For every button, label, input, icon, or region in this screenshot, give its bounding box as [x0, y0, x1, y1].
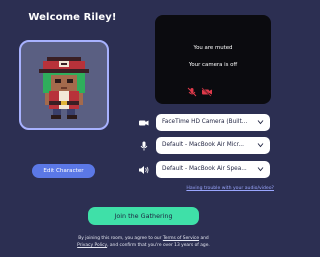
- avatar-preview: [19, 40, 109, 130]
- join-gathering-button[interactable]: Join the Gathering: [88, 207, 199, 225]
- chevron-down-icon: [257, 143, 264, 148]
- video-preview: You are muted Your camera is off: [155, 15, 271, 104]
- terms-notice: By joining this room, you agree to our T…: [40, 236, 247, 249]
- speaker-select-row: Default - MacBook Air Spea...: [138, 161, 273, 178]
- welcome-title: Welcome Riley!: [28, 12, 117, 23]
- camera-select[interactable]: FaceTime HD Camera (Built...: [156, 114, 270, 131]
- privacy-policy-link[interactable]: Privacy Policy: [77, 243, 107, 248]
- chevron-down-icon: [257, 120, 264, 125]
- muted-status-text: You are muted: [193, 45, 233, 51]
- camera-off-icon[interactable]: [201, 87, 213, 97]
- mic-off-icon[interactable]: [187, 87, 197, 97]
- camera-status-text: Your camera is off: [188, 62, 238, 68]
- camera-select-row: FaceTime HD Camera (Built...: [138, 114, 273, 131]
- terms-text-3: , and confirm that you're over 13 years …: [107, 242, 210, 248]
- terms-text-1: By joining this room, you agree to our: [78, 236, 163, 241]
- pirate-avatar-image: [39, 57, 89, 119]
- trouble-help-link[interactable]: Having trouble with your audio/video?: [160, 186, 274, 191]
- video-status-icons: [187, 87, 227, 97]
- chevron-down-icon: [257, 167, 264, 172]
- speaker-select[interactable]: Default - MacBook Air Spea...: [156, 161, 270, 178]
- terms-text-2: and: [199, 236, 209, 241]
- speaker-select-value: Default - MacBook Air Spea...: [162, 166, 247, 172]
- microphone-icon: [140, 141, 148, 151]
- microphone-select-value: Default - MacBook Air Micr...: [162, 142, 244, 148]
- terms-of-service-link[interactable]: Terms of Service: [163, 236, 199, 241]
- video-camera-icon: [139, 120, 149, 126]
- edit-character-button[interactable]: Edit Character: [32, 164, 95, 178]
- microphone-select-row: Default - MacBook Air Micr...: [138, 137, 273, 154]
- speaker-icon: [139, 166, 149, 174]
- camera-select-value: FaceTime HD Camera (Built...: [162, 119, 248, 125]
- microphone-select[interactable]: Default - MacBook Air Micr...: [156, 137, 270, 154]
